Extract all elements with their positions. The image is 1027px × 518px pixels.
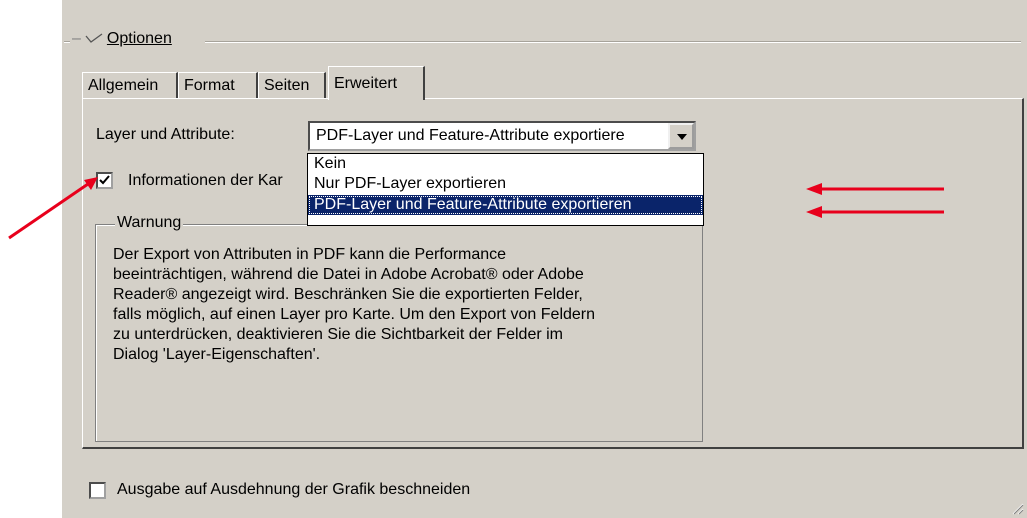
tab-label: Erweitert bbox=[334, 75, 398, 92]
annotation-arrows bbox=[8, 177, 944, 240]
option-kein[interactable]: Kein bbox=[308, 154, 703, 174]
arrow-icon bbox=[806, 183, 944, 195]
tab-erweitert[interactable]: Erweitert bbox=[328, 66, 425, 100]
arrow-icon bbox=[8, 177, 98, 240]
option-pdf-layer-feature-attribute[interactable]: PDF-Layer und Feature-Attribute exportie… bbox=[308, 195, 703, 215]
option-nur-pdf-layer[interactable]: Nur PDF-Layer exportieren bbox=[308, 174, 703, 194]
arrow-icon bbox=[806, 206, 944, 218]
layer-attributes-dropdown: Kein Nur PDF-Layer exportieren PDF-Layer… bbox=[307, 153, 704, 226]
